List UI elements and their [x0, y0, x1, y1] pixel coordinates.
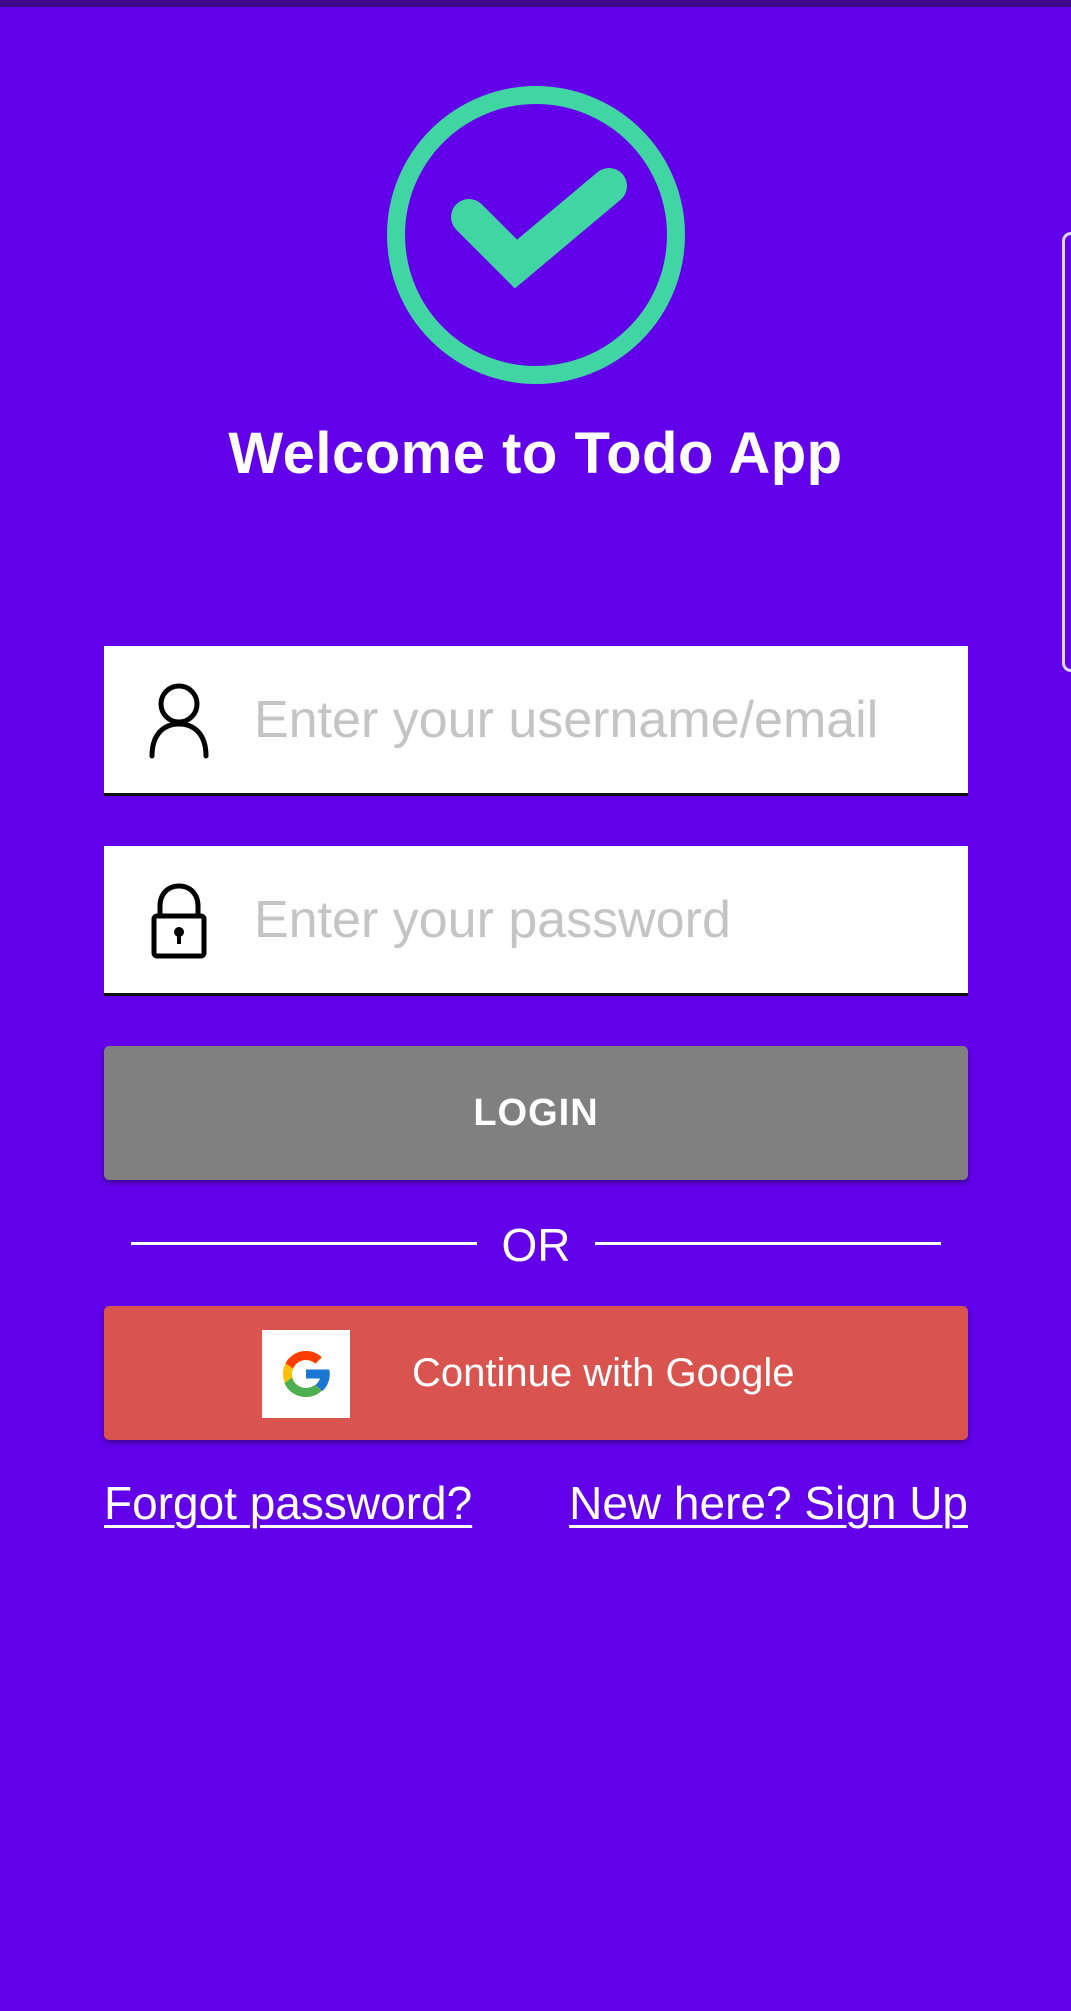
check-circle-icon — [383, 82, 689, 388]
username-input[interactable] — [254, 646, 954, 793]
google-button-label: Continue with Google — [412, 1351, 795, 1395]
google-icon — [262, 1330, 350, 1418]
username-field[interactable] — [104, 646, 968, 796]
divider-line-right — [595, 1242, 941, 1245]
password-input[interactable] — [254, 846, 954, 993]
sign-up-link[interactable]: New here? Sign Up — [569, 1476, 968, 1530]
divider-line-left — [131, 1242, 477, 1245]
status-bar-strip — [0, 0, 1071, 7]
or-divider-label: OR — [501, 1219, 571, 1271]
lock-icon — [144, 882, 214, 960]
person-icon — [144, 682, 214, 760]
google-signin-button[interactable]: Continue with Google — [104, 1306, 968, 1440]
password-field[interactable] — [104, 846, 968, 996]
login-button[interactable]: LOGIN — [104, 1046, 968, 1180]
forgot-password-link[interactable]: Forgot password? — [104, 1476, 472, 1530]
page-title: Welcome to Todo App — [228, 421, 843, 486]
